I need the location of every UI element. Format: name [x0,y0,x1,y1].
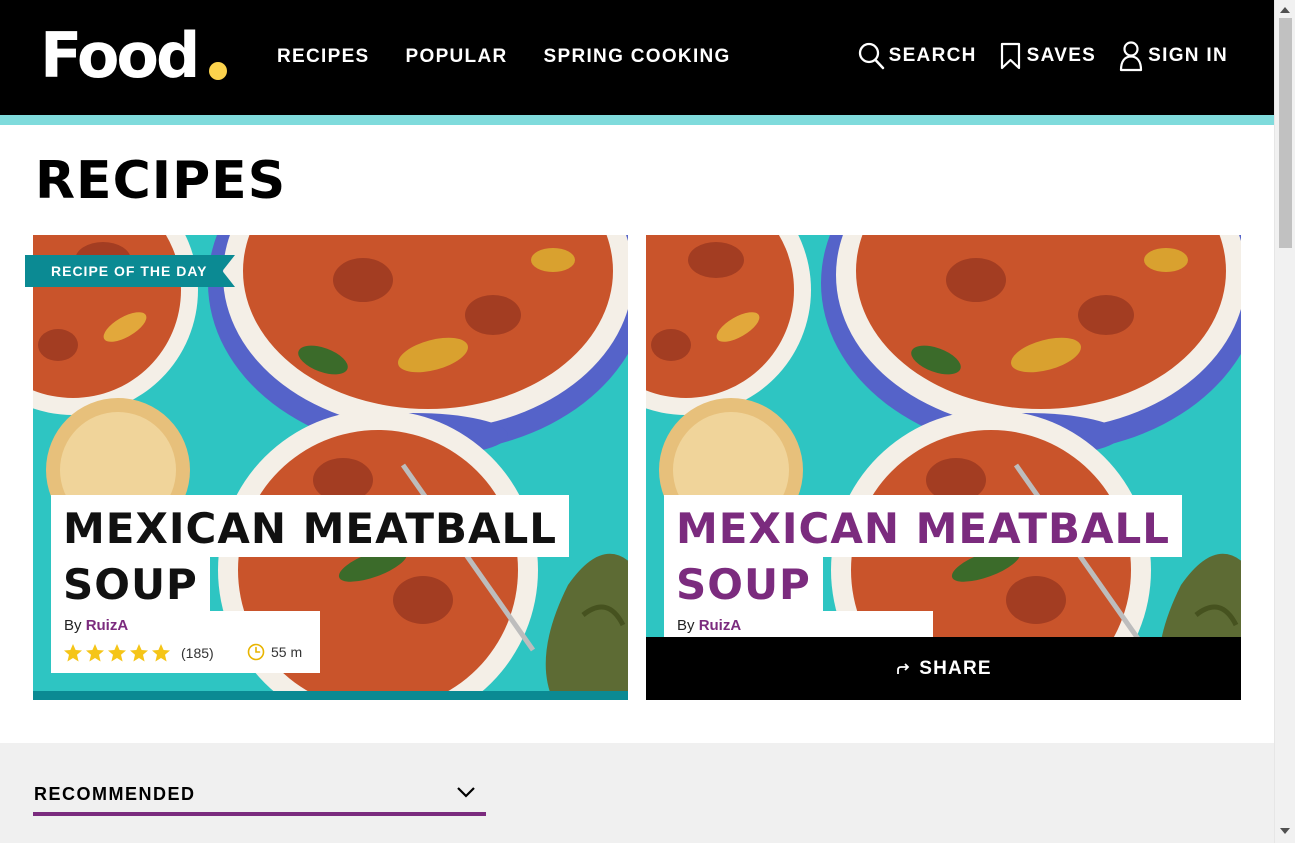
sign-in-button[interactable]: SIGN IN [1118,40,1228,72]
author-link[interactable]: RuizA [86,617,129,634]
star-rating-icon [64,644,170,662]
rating-stars[interactable]: (185) [63,643,214,663]
site-logo[interactable]: Food [40,18,200,94]
search-button[interactable]: SEARCH [858,41,977,71]
scroll-up-arrow[interactable] [1280,7,1290,13]
sign-in-label: SIGN IN [1148,45,1228,66]
share-button[interactable]: SHARE [646,637,1241,700]
share-label: SHARE [919,657,992,679]
share-icon [897,662,910,674]
nav-recipes[interactable]: RECIPES [277,45,370,69]
page-scrollbar[interactable] [1274,0,1295,843]
chevron-down-icon [457,787,475,798]
recipe-title-line1: MEXICAN MEATBALL [51,495,570,557]
logo-text: Food [40,19,200,92]
bookmark-icon [1000,42,1020,70]
page-title: RECIPES [35,151,287,211]
search-icon [858,42,884,70]
recipe-title[interactable]: MEXICAN MEATBALL SOUP [51,495,570,613]
scroll-down-arrow[interactable] [1280,828,1290,834]
scroll-thumb[interactable] [1279,18,1292,248]
recipe-title-line2: SOUP [51,557,210,613]
recipe-title-line1: MEXICAN MEATBALL [664,495,1183,557]
recipe-title-link[interactable]: MEXICAN MEATBALL SOUP [664,495,1183,613]
clock-icon [247,643,265,661]
saves-button[interactable]: SAVES [999,41,1097,71]
site-header: Food RECIPES POPULAR SPRING COOKING SEAR… [0,0,1274,115]
saves-label: SAVES [1026,45,1097,66]
recipe-meta: By RuizA [664,611,933,637]
user-icon [1120,41,1143,72]
card-accent-strip [33,691,628,700]
logo-dot [209,62,227,80]
search-label: SEARCH [888,45,977,66]
recipe-of-the-day-badge: RECIPE OF THE DAY [25,255,235,287]
nav-spring-cooking[interactable]: SPRING COOKING [544,45,731,69]
cook-time-value: 55 m [271,644,303,660]
header-tools: SEARCH SAVES SIGN IN [836,40,1228,72]
review-count: (185) [181,645,214,661]
main-nav: RECIPES POPULAR SPRING COOKING [277,45,767,69]
recommended-dropdown[interactable]: RECOMMENDED [33,780,486,816]
author-link[interactable]: RuizA [699,617,742,634]
cook-time: 55 m [247,643,302,661]
recommended-label: RECOMMENDED [34,784,196,804]
recipe-title-line2: SOUP [664,557,823,613]
recipe-meta: By RuizA (185) 55 m [51,611,320,673]
header-accent-strip [0,115,1274,125]
nav-popular[interactable]: POPULAR [406,45,508,69]
by-label: By [677,617,695,634]
recipe-byline: By RuizA [677,617,741,634]
by-label: By [64,617,82,634]
recipe-byline: By RuizA [64,617,128,634]
